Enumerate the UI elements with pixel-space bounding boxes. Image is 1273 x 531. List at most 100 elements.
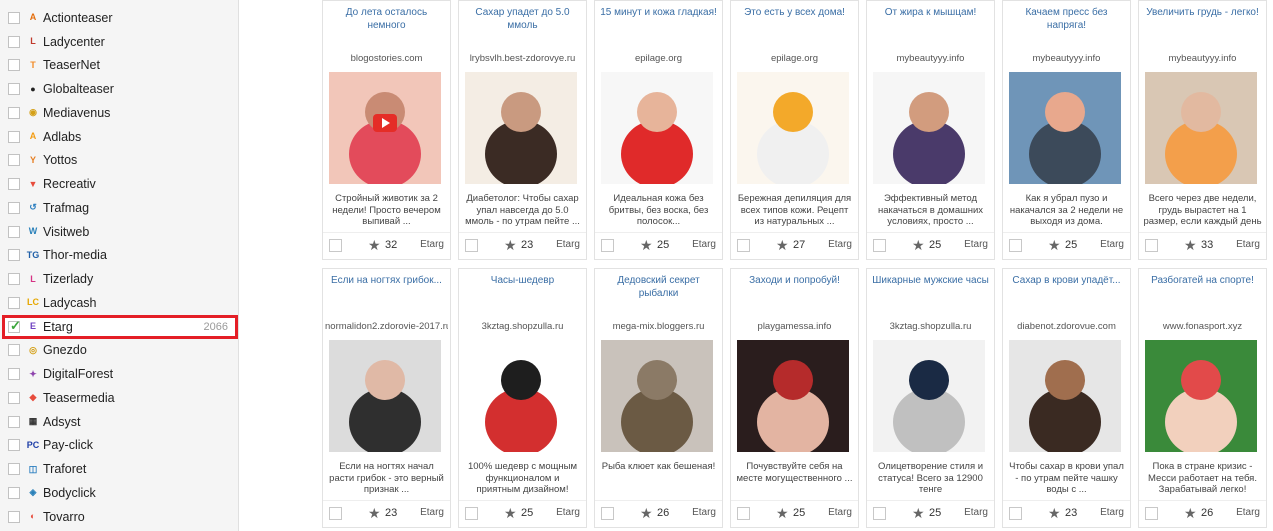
teaser-select-checkbox[interactable] <box>1145 239 1158 252</box>
man-shirtless[interactable] <box>1009 72 1121 184</box>
network-item[interactable]: ◆ Teasermedia <box>0 386 238 410</box>
teaser-title[interactable]: Часы-шедевр <box>463 275 582 305</box>
orange-top[interactable] <box>1145 72 1257 184</box>
network-checkbox[interactable] <box>8 463 20 476</box>
teaser-title[interactable]: До лета осталось немного <box>327 7 446 37</box>
bikini-model[interactable] <box>601 72 713 184</box>
teaser-title[interactable]: Сахар в крови упадёт... <box>1007 275 1126 305</box>
network-checkbox[interactable] <box>8 59 20 72</box>
teaser-card[interactable]: Часы-шедевр 3kztag.shopzulla.ru 100% шедев… <box>458 268 587 528</box>
network-item[interactable]: PC Pay-click <box>0 434 238 458</box>
teaser-select-checkbox[interactable] <box>465 507 478 520</box>
teaser-card[interactable]: Разбогатей на спорте! www.fonasport.xyz По… <box>1138 268 1267 528</box>
network-checkbox[interactable] <box>8 35 20 48</box>
teaser-card[interactable]: 15 минут и кожа гладкая! epilage.org Идеал… <box>594 0 723 260</box>
network-checkbox[interactable] <box>8 439 20 452</box>
network-checkbox[interactable] <box>8 344 20 357</box>
network-checkbox[interactable] <box>8 154 20 167</box>
network-item[interactable]: LC Ladycash <box>0 291 238 315</box>
woman-portrait[interactable] <box>465 72 577 184</box>
network-checkbox[interactable] <box>8 273 20 286</box>
teaser-title[interactable]: Увеличить грудь - легко! <box>1143 7 1262 37</box>
video-thumbnail[interactable] <box>329 72 441 184</box>
network-checkbox[interactable]: ✓ <box>8 318 21 333</box>
teaser-title[interactable]: Если на ногтях грибок... <box>327 275 446 305</box>
network-checkbox[interactable] <box>8 201 20 214</box>
teaser-card[interactable]: До лета осталось немного blogostories.com… <box>322 0 451 260</box>
network-checkbox[interactable] <box>8 11 20 24</box>
network-item[interactable]: ◎ Gnezdo <box>0 339 238 363</box>
teaser-select-checkbox[interactable] <box>1009 239 1022 252</box>
network-checkbox[interactable] <box>8 415 20 428</box>
teaser-select-checkbox[interactable] <box>601 507 614 520</box>
teaser-card[interactable]: Сахар упадет до 5.0 ммоль lrybsvlh.best-z… <box>458 0 587 260</box>
network-item[interactable]: L Tizerlady <box>0 267 238 291</box>
network-item[interactable]: L Ladycenter <box>0 30 238 54</box>
network-item[interactable]: A Adlabs <box>0 125 238 149</box>
network-checkbox[interactable] <box>8 486 20 499</box>
network-checkbox[interactable] <box>8 178 20 191</box>
network-item[interactable]: ● Globalteaser <box>0 77 238 101</box>
network-item[interactable]: ▼ Recreativ <box>0 172 238 196</box>
network-checkbox[interactable] <box>8 249 20 262</box>
network-checkbox[interactable] <box>8 296 20 309</box>
teaser-select-checkbox[interactable] <box>1145 507 1158 520</box>
honey-jar[interactable] <box>737 72 849 184</box>
network-item[interactable]: ▦ Adsyst <box>0 410 238 434</box>
network-checkbox[interactable] <box>8 106 20 119</box>
teaser-card[interactable]: Заходи и попробуй! playgamessa.info Почувс… <box>730 268 859 528</box>
network-item[interactable]: A Actionteaser <box>0 6 238 30</box>
network-checkbox[interactable] <box>8 225 20 238</box>
network-item[interactable]: ◫ Traforet <box>0 457 238 481</box>
network-item[interactable]: T TeaserNet <box>0 54 238 78</box>
teaser-card[interactable]: Это есть у всех дома! epilage.org Бережная… <box>730 0 859 260</box>
fish[interactable] <box>601 340 713 452</box>
teaser-title[interactable]: Сахар упадет до 5.0 ммоль <box>463 7 582 37</box>
teaser-title[interactable]: 15 минут и кожа гладкая! <box>599 7 718 37</box>
teaser-title[interactable]: Заходи и попробуй! <box>735 275 854 305</box>
curly-woman[interactable] <box>1009 340 1121 452</box>
network-item[interactable]: ✓ E Etarg 2066 <box>2 314 238 339</box>
red-woman[interactable] <box>737 340 849 452</box>
network-item[interactable]: Y Yottos <box>0 149 238 173</box>
network-checkbox[interactable] <box>8 510 20 523</box>
teaser-select-checkbox[interactable] <box>873 239 886 252</box>
tag-watch[interactable] <box>873 340 985 452</box>
network-item[interactable]: ◈ Bodyclick <box>0 481 238 505</box>
teaser-card[interactable]: От жира к мышцам! mybeautyyy.info Эффектив… <box>866 0 995 260</box>
network-item[interactable]: ◐ Tovarro <box>0 505 238 529</box>
teaser-select-checkbox[interactable] <box>329 507 342 520</box>
muscle-men[interactable] <box>873 72 985 184</box>
wrist-watch[interactable] <box>465 340 577 452</box>
teaser-title[interactable]: Это есть у всех дома! <box>735 7 854 37</box>
network-item[interactable]: TG Thor-media <box>0 244 238 268</box>
network-item[interactable]: W Visitweb <box>0 220 238 244</box>
network-checkbox[interactable] <box>8 391 20 404</box>
teaser-title[interactable]: Дедовский секрет рыбалки <box>599 275 718 305</box>
teaser-select-checkbox[interactable] <box>601 239 614 252</box>
teaser-title[interactable]: Качаем пресс без напряга! <box>1007 7 1126 37</box>
teaser-card[interactable]: Сахар в крови упадёт... diabenot.zdorovue… <box>1002 268 1131 528</box>
teaser-card[interactable]: Если на ногтях грибок... normalidon2.zdor… <box>322 268 451 528</box>
teaser-title[interactable]: От жира к мышцам! <box>871 7 990 37</box>
teaser-card[interactable]: Шикарные мужские часы 3kztag.shopzulla.ru… <box>866 268 995 528</box>
teaser-select-checkbox[interactable] <box>873 507 886 520</box>
teaser-card[interactable]: Дедовский секрет рыбалки mega-mix.blogger… <box>594 268 723 528</box>
teaser-card[interactable]: Качаем пресс без напряга! mybeautyyy.info… <box>1002 0 1131 260</box>
network-checkbox[interactable] <box>8 83 20 96</box>
football-woman[interactable] <box>1145 340 1257 452</box>
network-checkbox[interactable] <box>8 130 20 143</box>
teaser-card[interactable]: Увеличить грудь - легко! mybeautyyy.info В… <box>1138 0 1267 260</box>
network-item[interactable]: ◉ Mediavenus <box>0 101 238 125</box>
network-checkbox[interactable] <box>8 368 20 381</box>
teaser-select-checkbox[interactable] <box>737 239 750 252</box>
teaser-select-checkbox[interactable] <box>1009 507 1022 520</box>
man-glasses[interactable] <box>329 340 441 452</box>
teaser-select-checkbox[interactable] <box>465 239 478 252</box>
network-item[interactable]: ✦ DigitalForest <box>0 362 238 386</box>
teaser-select-checkbox[interactable] <box>737 507 750 520</box>
teaser-select-checkbox[interactable] <box>329 239 342 252</box>
teaser-title[interactable]: Шикарные мужские часы <box>871 275 990 305</box>
teaser-title[interactable]: Разбогатей на спорте! <box>1143 275 1262 305</box>
network-item[interactable]: ↺ Trafmag <box>0 196 238 220</box>
